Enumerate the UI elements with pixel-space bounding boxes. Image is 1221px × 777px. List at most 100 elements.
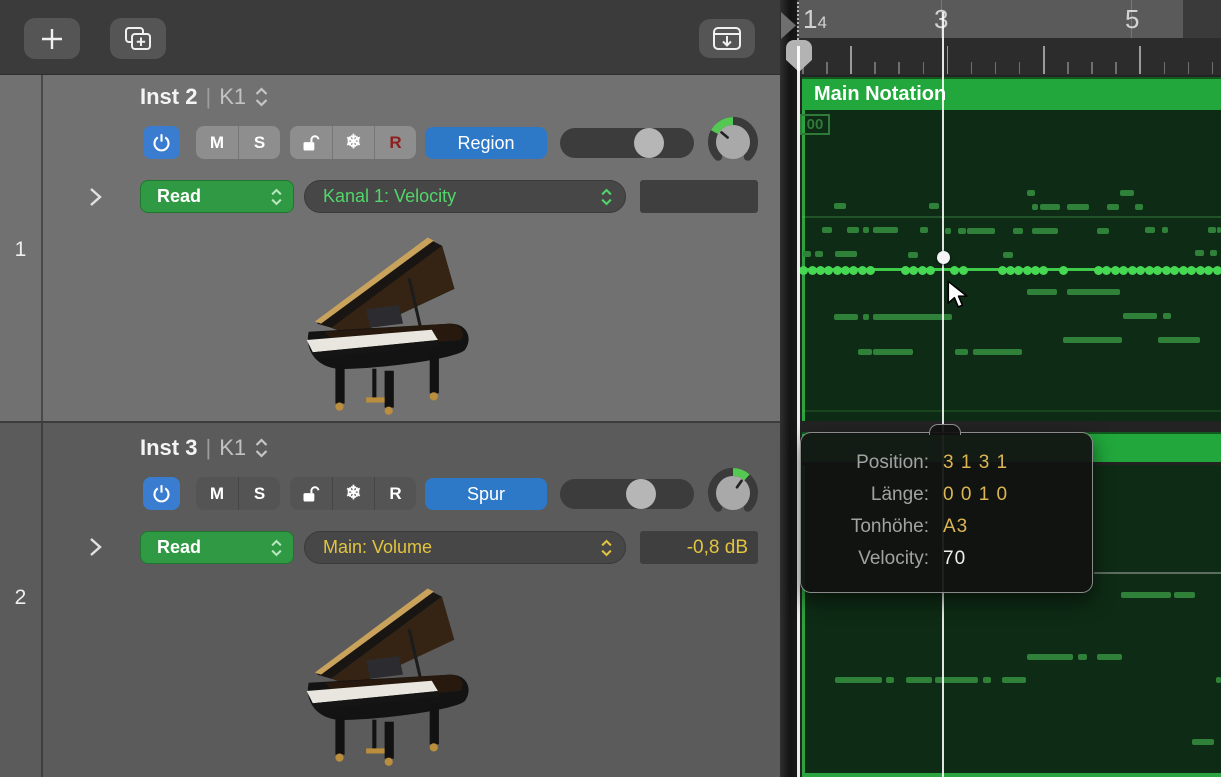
track-on-off-button[interactable] (143, 477, 180, 510)
automation-point[interactable] (1059, 266, 1068, 275)
automation-parameter-dropdown[interactable]: Kanal 1: Velocity (304, 180, 626, 213)
track-header-2[interactable]: 2 Inst 3 | K1 M S (0, 423, 780, 777)
duplicate-track-button[interactable] (110, 18, 166, 59)
automation-point[interactable] (1119, 266, 1128, 275)
automation-parameter-dropdown[interactable]: Main: Volume (304, 531, 626, 564)
volume-slider[interactable] (560, 128, 694, 158)
volume-slider[interactable] (560, 479, 694, 509)
automation-point[interactable] (1187, 266, 1196, 275)
automation-point[interactable] (1213, 266, 1221, 275)
midi-note (834, 203, 846, 209)
midi-note (835, 251, 857, 257)
automation-point[interactable] (959, 266, 968, 275)
automation-parameter-label: Kanal 1: Velocity (323, 186, 456, 207)
automation-value-badge: 00 (800, 114, 830, 135)
automation-point[interactable] (1014, 266, 1023, 275)
slider-thumb[interactable] (634, 128, 664, 158)
automation-point[interactable] (849, 266, 858, 275)
automation-point[interactable] (866, 266, 875, 275)
midi-note (1063, 337, 1122, 343)
beat-ruler[interactable] (797, 38, 1221, 75)
midi-note (803, 251, 811, 257)
automation-point[interactable] (926, 266, 935, 275)
track-on-off-button[interactable] (143, 126, 180, 159)
disclosure-chevron-icon[interactable] (86, 536, 104, 558)
track-header-1[interactable]: 1 Inst 2 | K1 M S (0, 75, 780, 421)
lock-freeze-record-group: ❄ R (290, 126, 416, 159)
automation-point[interactable] (1039, 266, 1048, 275)
midi-note (958, 228, 966, 234)
midi-note (1078, 654, 1087, 660)
help-tag-row: Velocity:70 (801, 543, 1076, 575)
ruler-tick (1212, 62, 1214, 74)
track-name: Inst 3 (140, 435, 197, 461)
ruler-tick (1043, 46, 1045, 74)
track-header-config-button[interactable] (699, 19, 755, 58)
midi-note (835, 677, 882, 683)
selected-automation-point[interactable] (937, 251, 950, 264)
ruler-tick (874, 62, 876, 74)
automation-point[interactable] (1136, 266, 1145, 275)
solo-button[interactable]: S (238, 477, 280, 510)
midi-note (929, 203, 939, 209)
snowflake-icon: ❄ (346, 131, 362, 154)
duplicate-icon (123, 25, 153, 53)
automation-point[interactable] (1102, 266, 1111, 275)
midi-note (1174, 592, 1195, 598)
lock-button[interactable] (290, 126, 332, 159)
automation-mode-dropdown[interactable]: Read (140, 531, 294, 564)
automation-point[interactable] (1204, 266, 1213, 275)
lock-button[interactable] (290, 477, 332, 510)
playhead-line[interactable] (797, 46, 800, 777)
pan-knob[interactable] (707, 467, 759, 521)
midi-note (847, 227, 859, 233)
track-name-row[interactable]: Inst 2 | K1 (140, 84, 269, 110)
slider-thumb[interactable] (626, 479, 656, 509)
add-track-button[interactable] (24, 18, 80, 59)
solo-button[interactable]: S (238, 126, 280, 159)
mute-button[interactable]: M (196, 126, 238, 159)
region-header-main-notation[interactable]: Main Notation (802, 77, 1221, 110)
midi-note (1216, 677, 1221, 683)
midi-note (1135, 204, 1143, 210)
region-lane-line (802, 410, 1221, 412)
midi-note (1145, 227, 1155, 233)
panel-divider[interactable] (780, 0, 798, 777)
record-enable-button[interactable]: R (374, 477, 416, 510)
stepper-chevrons-icon[interactable] (254, 437, 269, 459)
automation-target-button[interactable]: Spur (425, 478, 547, 510)
disclosure-chevron-icon[interactable] (86, 186, 104, 208)
dropdown-chevrons-icon (270, 187, 283, 207)
record-enable-button[interactable]: R (374, 126, 416, 159)
gutter-divider (41, 75, 43, 421)
automation-point[interactable] (950, 266, 959, 275)
automation-mode-label: Read (157, 537, 201, 558)
midi-note (1192, 739, 1214, 745)
open-lock-icon (301, 484, 321, 504)
automation-point[interactable] (1153, 266, 1162, 275)
automation-point[interactable] (824, 266, 833, 275)
ruler-tick (947, 46, 949, 74)
automation-point[interactable] (1170, 266, 1179, 275)
ruler-bar-label: 5 (1125, 4, 1139, 35)
mute-button[interactable]: M (196, 477, 238, 510)
track-number: 1 (0, 238, 41, 262)
midi-note (1210, 250, 1217, 256)
automation-target-button[interactable]: Region (425, 127, 547, 159)
track-name-row[interactable]: Inst 3 | K1 (140, 435, 269, 461)
freeze-button[interactable]: ❄ (332, 126, 374, 159)
plus-icon (39, 26, 65, 52)
midi-note (1097, 654, 1122, 660)
midi-note (886, 677, 894, 683)
midi-note (1121, 592, 1171, 598)
stepper-chevrons-icon[interactable] (254, 86, 269, 108)
pan-knob[interactable] (707, 116, 759, 170)
freeze-button[interactable]: ❄ (332, 477, 374, 510)
automation-point[interactable] (909, 266, 918, 275)
automation-mode-dropdown[interactable]: Read (140, 180, 294, 213)
channel-label: K1 (219, 435, 246, 461)
ruler-tick (850, 46, 852, 74)
ruler-tick (1139, 46, 1141, 74)
region-title: Main Notation (814, 83, 946, 106)
help-tag-value: A3 (943, 516, 1076, 538)
